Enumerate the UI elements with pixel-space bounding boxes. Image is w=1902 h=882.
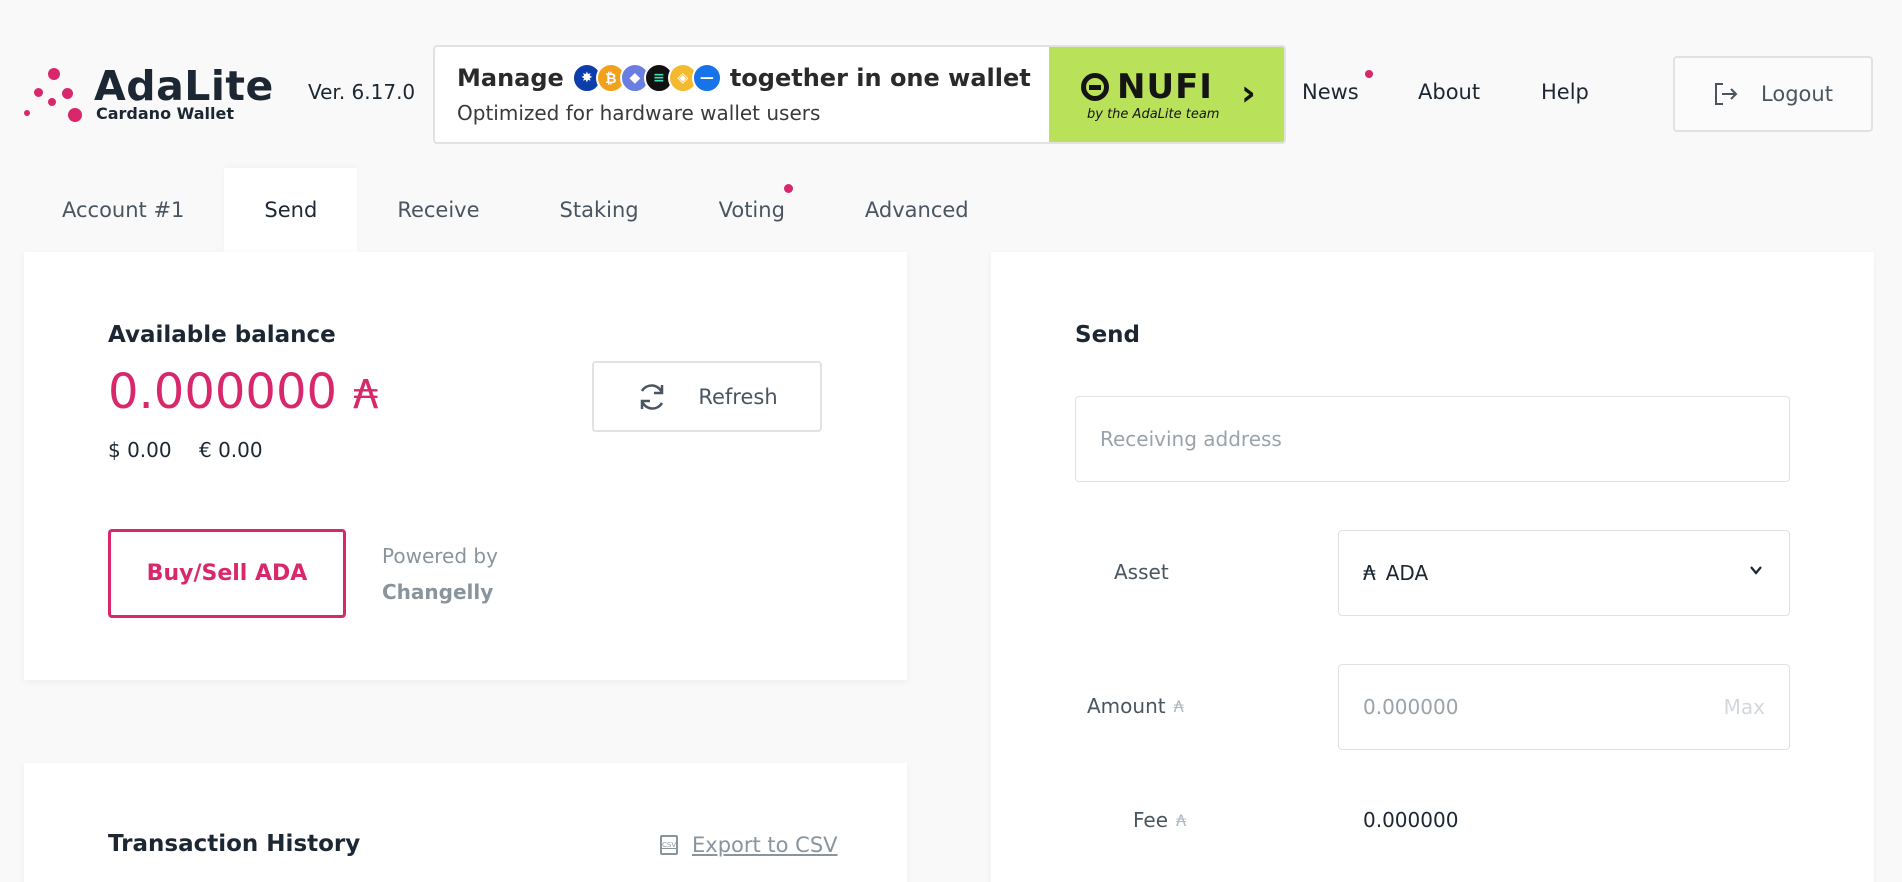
transaction-history-card: Transaction History CSV Export to CSV xyxy=(24,763,907,882)
main-tabs: Account #1 Send Receive Staking Voting A… xyxy=(22,168,1009,252)
balance-eur: € 0.00 xyxy=(199,438,263,462)
tab-receive[interactable]: Receive xyxy=(357,168,519,252)
tab-send[interactable]: Send xyxy=(224,168,358,252)
nufi-logo: NUFI xyxy=(1081,67,1213,107)
powered-by: Powered by Changelly xyxy=(382,538,498,610)
nav-about[interactable]: About xyxy=(1418,80,1480,104)
app-version: Ver. 6.17.0 xyxy=(308,80,416,104)
amount-input[interactable] xyxy=(1339,665,1789,749)
balance-amount: 0.000000 ₳ xyxy=(108,364,378,420)
powered-by-label: Powered by xyxy=(382,544,498,568)
flow-icon: — xyxy=(691,63,722,93)
receiving-address-input[interactable] xyxy=(1076,397,1789,481)
nufi-logo-text: NUFI xyxy=(1117,67,1213,107)
banner-title: Manage ✸ ₿ ◆ ≡ ◈ — together in one walle… xyxy=(457,63,1031,93)
tab-staking[interactable]: Staking xyxy=(520,168,679,252)
refresh-button[interactable]: Refresh xyxy=(592,361,822,432)
logout-icon xyxy=(1715,83,1738,105)
chevron-down-icon xyxy=(1750,566,1762,575)
refresh-icon xyxy=(641,383,664,410)
adalite-logo-icon xyxy=(22,62,88,128)
banner-subtitle: Optimized for hardware wallet users xyxy=(457,101,821,125)
amount-field: Max xyxy=(1338,664,1790,750)
tab-account[interactable]: Account #1 xyxy=(22,168,224,252)
balance-value: 0.000000 xyxy=(108,364,338,420)
banner-title-end: together in one wallet xyxy=(729,64,1031,92)
csv-file-icon: CSV xyxy=(660,835,678,855)
transaction-history-title: Transaction History xyxy=(108,831,361,857)
ada-symbol: ₳ xyxy=(1363,561,1376,585)
tab-label: Receive xyxy=(397,198,480,222)
logout-label: Logout xyxy=(1761,82,1833,106)
tab-label: Advanced xyxy=(864,198,969,222)
nufi-promo-banner[interactable]: Manage ✸ ₿ ◆ ≡ ◈ — together in one walle… xyxy=(433,45,1286,144)
nufi-logo-icon xyxy=(1081,73,1109,101)
fee-label: Fee ₳ xyxy=(1133,808,1186,832)
receiving-address-field xyxy=(1075,396,1790,482)
tab-label: Staking xyxy=(559,198,639,222)
max-button[interactable]: Max xyxy=(1724,695,1765,719)
amount-label: Amount ₳ xyxy=(1087,694,1184,718)
tab-label: Voting xyxy=(718,198,785,222)
tab-voting[interactable]: Voting xyxy=(679,168,825,252)
news-notification-dot xyxy=(1365,70,1373,78)
fee-value: 0.000000 xyxy=(1363,808,1459,832)
ada-symbol: ₳ xyxy=(1173,696,1184,716)
banner-title-start: Manage xyxy=(457,64,564,92)
app-subtitle: Cardano Wallet xyxy=(96,104,234,123)
tab-label: Account #1 xyxy=(62,198,185,222)
chevron-right-icon: › xyxy=(1241,73,1256,114)
tab-advanced[interactable]: Advanced xyxy=(825,168,1009,252)
adalite-logo[interactable]: AdaLite Cardano Wallet xyxy=(22,62,273,128)
asset-label-text: Asset xyxy=(1114,560,1169,584)
balance-card: Available balance 0.000000 ₳ $ 0.00 € 0.… xyxy=(24,252,907,680)
logout-button[interactable]: Logout xyxy=(1673,56,1873,132)
asset-select[interactable]: ₳ ADA xyxy=(1338,530,1790,616)
refresh-label: Refresh xyxy=(698,384,778,409)
send-card: Send Asset ₳ ADA Amount ₳ Max Fee ₳ 0.00… xyxy=(991,252,1874,882)
send-title: Send xyxy=(1075,322,1141,348)
nav-news[interactable]: News xyxy=(1302,80,1359,104)
export-csv-label: Export to CSV xyxy=(692,833,838,857)
voting-notification-dot xyxy=(783,184,793,193)
provider-name: Changelly xyxy=(382,580,494,604)
ada-symbol: ₳ xyxy=(353,372,379,418)
export-csv-link[interactable]: CSV Export to CSV xyxy=(660,833,838,857)
nufi-cta[interactable]: NUFI by the AdaLite team › xyxy=(1049,47,1284,142)
buy-sell-ada-button[interactable]: Buy/Sell ADA xyxy=(108,529,346,618)
app-header: AdaLite Cardano Wallet Ver. 6.17.0 Manag… xyxy=(0,0,1902,160)
app-name: AdaLite xyxy=(94,62,274,110)
nav-help[interactable]: Help xyxy=(1541,80,1589,104)
tab-label: Send xyxy=(264,198,318,222)
amount-label-text: Amount xyxy=(1087,694,1166,718)
balance-usd: $ 0.00 xyxy=(108,438,172,462)
available-balance-label: Available balance xyxy=(108,322,336,348)
nufi-tagline: by the AdaLite team xyxy=(1087,107,1220,122)
fee-label-text: Fee xyxy=(1133,808,1169,832)
coin-icons: ✸ ₿ ◆ ≡ ◈ — xyxy=(571,63,722,93)
ada-symbol: ₳ xyxy=(1176,810,1187,830)
asset-label: Asset xyxy=(1114,560,1169,584)
asset-selected-value: ADA xyxy=(1385,561,1429,585)
